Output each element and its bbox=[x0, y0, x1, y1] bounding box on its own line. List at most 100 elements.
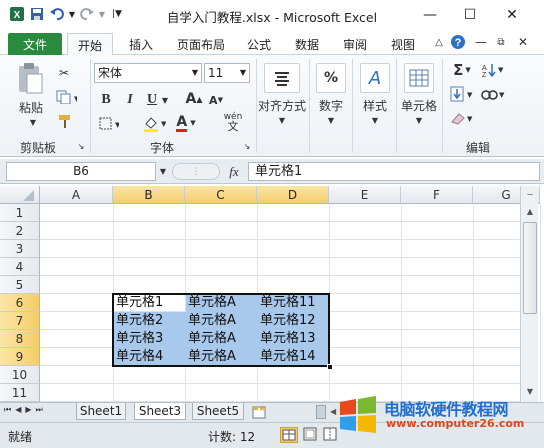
font-color-dropdown-icon[interactable]: ▼ bbox=[190, 119, 195, 127]
clear-icon[interactable]: ▼ bbox=[448, 109, 476, 127]
grow-font-glyph: A bbox=[185, 91, 197, 107]
row-header-4[interactable]: 4 bbox=[0, 258, 40, 276]
row-header-9[interactable]: 9 bbox=[0, 348, 40, 366]
tab-page-layout[interactable]: 页面布局 bbox=[170, 33, 232, 55]
tab-view[interactable]: 视图 bbox=[384, 33, 422, 55]
cells-dropdown-icon[interactable]: ▼ bbox=[414, 115, 424, 125]
column-header-d[interactable]: D bbox=[257, 186, 329, 204]
prev-sheet-icon[interactable]: ◀ bbox=[15, 405, 25, 414]
phonetic-guide-button[interactable]: wén 文 bbox=[218, 111, 248, 133]
alignment-icon[interactable] bbox=[264, 63, 300, 93]
grow-font-button[interactable]: A ▲ bbox=[185, 89, 203, 109]
tab-insert[interactable]: 插入 bbox=[122, 33, 160, 55]
help-icon[interactable]: ? bbox=[450, 34, 466, 50]
bold-button[interactable]: B bbox=[98, 91, 114, 109]
worksheet-grid[interactable]: A B C D E F G 1 2 3 4 5 6 7 8 9 10 11 单元格1 单元格A 单元格11 单元格2 单元格… bbox=[0, 186, 541, 402]
formula-input[interactable]: 单元格1 bbox=[248, 162, 540, 181]
insert-function-icon[interactable]: fx bbox=[224, 163, 244, 180]
column-header-a[interactable]: A bbox=[40, 186, 113, 204]
column-header-e[interactable]: E bbox=[329, 186, 401, 204]
number-dropdown-icon[interactable]: ▼ bbox=[326, 115, 336, 125]
row-header-2[interactable]: 2 bbox=[0, 222, 40, 240]
workbook-close-icon[interactable]: ✕ bbox=[516, 35, 530, 49]
column-header-b[interactable]: B bbox=[113, 186, 185, 204]
cut-icon[interactable]: ✂ bbox=[56, 65, 72, 81]
ribbon-restore-icon[interactable]: ⧉ bbox=[494, 35, 508, 49]
tab-formulas[interactable]: 公式 bbox=[240, 33, 278, 55]
row-header-10[interactable]: 10 bbox=[0, 366, 40, 384]
vertical-scroll-thumb[interactable] bbox=[523, 222, 537, 314]
vertical-scrollbar[interactable]: ‒ ▲ ▼ bbox=[520, 186, 538, 402]
column-header-c[interactable]: C bbox=[185, 186, 257, 204]
font-size-combo[interactable]: 11 ▼ bbox=[204, 63, 250, 83]
tab-split-handle[interactable] bbox=[316, 405, 326, 419]
fill-color-icon[interactable]: ▼ bbox=[142, 113, 166, 133]
select-all-button[interactable] bbox=[0, 186, 40, 204]
paste-dropdown-icon[interactable]: ▼ bbox=[28, 117, 38, 127]
next-sheet-icon[interactable]: ▶ bbox=[25, 405, 35, 414]
row-header-5[interactable]: 5 bbox=[0, 276, 40, 294]
sheet-tab-sheet5[interactable]: Sheet5 bbox=[192, 403, 244, 420]
sheet-tab-sheet3[interactable]: Sheet3 bbox=[134, 403, 186, 420]
grid-line bbox=[40, 383, 520, 384]
sheet-nav-arrows[interactable]: ⏮◀▶⏭ bbox=[4, 405, 70, 419]
underline-dropdown-icon[interactable]: ▼ bbox=[160, 95, 170, 105]
font-size-dropdown-icon[interactable]: ▼ bbox=[240, 64, 246, 82]
italic-button[interactable]: I bbox=[122, 91, 138, 109]
styles-icon[interactable]: A bbox=[360, 63, 390, 93]
name-box[interactable]: B6 bbox=[6, 162, 156, 181]
tab-review[interactable]: 审阅 bbox=[336, 33, 374, 55]
borders-icon[interactable]: ▼ bbox=[98, 115, 120, 133]
normal-view-icon[interactable] bbox=[280, 427, 298, 443]
sheet-tab-sheet1[interactable]: Sheet1 bbox=[76, 403, 126, 420]
styles-button[interactable]: 样式 bbox=[358, 97, 392, 113]
split-box-handle[interactable]: ‒ bbox=[522, 186, 538, 204]
shrink-font-button[interactable]: A ▼ bbox=[208, 91, 224, 109]
clipboard-launcher-icon[interactable]: ↘ bbox=[76, 141, 86, 151]
column-header-f[interactable]: F bbox=[401, 186, 473, 204]
styles-dropdown-icon[interactable]: ▼ bbox=[370, 115, 380, 125]
underline-button[interactable]: U bbox=[144, 91, 160, 109]
insert-sheet-icon[interactable] bbox=[250, 404, 270, 420]
alignment-button[interactable]: 对齐方式 bbox=[256, 97, 308, 113]
copy-icon[interactable]: ▼ bbox=[54, 89, 78, 105]
tab-file[interactable]: 文件 bbox=[8, 33, 62, 55]
row-header-6[interactable]: 6 bbox=[0, 294, 40, 312]
row-header-1[interactable]: 1 bbox=[0, 204, 40, 222]
page-layout-view-icon[interactable] bbox=[302, 427, 320, 443]
row-header-3[interactable]: 3 bbox=[0, 240, 40, 258]
find-select-icon[interactable]: ▼ bbox=[480, 85, 506, 103]
formula-resize-handle[interactable]: ⋮ bbox=[172, 163, 220, 180]
fill-handle[interactable] bbox=[327, 364, 333, 370]
number-format-icon[interactable]: % bbox=[316, 63, 346, 93]
font-color-button[interactable]: A ▼ bbox=[172, 113, 200, 133]
fill-icon[interactable]: ▼ bbox=[448, 85, 476, 103]
collapse-ribbon-icon[interactable]: △ bbox=[432, 35, 446, 49]
maximize-button[interactable]: ☐ bbox=[450, 3, 490, 27]
number-button[interactable]: 数字 bbox=[314, 97, 348, 113]
format-painter-icon[interactable] bbox=[56, 113, 74, 129]
row-header-11[interactable]: 11 bbox=[0, 384, 40, 402]
autosum-dropdown-icon: ▼ bbox=[465, 66, 471, 74]
scroll-up-icon[interactable]: ▲ bbox=[522, 204, 538, 220]
last-sheet-icon[interactable]: ⏭ bbox=[36, 405, 47, 414]
first-sheet-icon[interactable]: ⏮ bbox=[4, 405, 15, 414]
name-box-dropdown-icon[interactable]: ▼ bbox=[158, 166, 168, 176]
sort-filter-icon[interactable]: A Z ▼ bbox=[480, 61, 506, 79]
row-header-7[interactable]: 7 bbox=[0, 312, 40, 330]
ribbon-minimize-icon[interactable]: — bbox=[474, 35, 488, 49]
font-name-combo[interactable]: 宋体 ▼ bbox=[94, 63, 202, 83]
font-name-dropdown-icon[interactable]: ▼ bbox=[192, 64, 198, 82]
row-header-8[interactable]: 8 bbox=[0, 330, 40, 348]
alignment-dropdown-icon[interactable]: ▼ bbox=[277, 115, 287, 125]
close-button[interactable]: ✕ bbox=[492, 3, 532, 27]
tab-data[interactable]: 数据 bbox=[288, 33, 326, 55]
font-launcher-icon[interactable]: ↘ bbox=[242, 141, 252, 151]
tab-home[interactable]: 开始 bbox=[67, 33, 113, 56]
cells-button[interactable]: 单元格 bbox=[398, 97, 440, 113]
paste-button[interactable]: 粘贴 bbox=[14, 99, 48, 115]
autosum-button[interactable]: Σ ▼ bbox=[448, 61, 476, 79]
paste-icon[interactable] bbox=[14, 61, 46, 97]
minimize-button[interactable]: — bbox=[410, 3, 450, 27]
cells-icon[interactable] bbox=[404, 63, 434, 93]
